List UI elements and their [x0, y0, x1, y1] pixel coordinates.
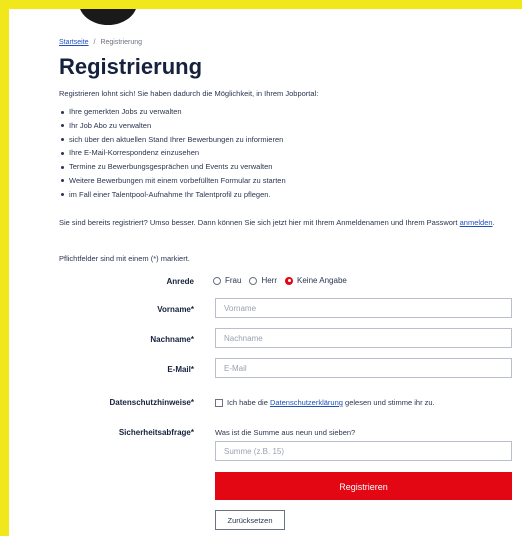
list-item: Ihre gemerkten Jobs zu verwalten [59, 105, 286, 119]
security-question: Was ist die Summe aus neun und sieben? [215, 428, 356, 437]
security-label: Sicherheitsabfrage* [119, 428, 194, 437]
privacy-label: Datenschutzhinweise* [110, 398, 194, 407]
privacy-policy-link[interactable]: Datenschutzerklärung [270, 398, 343, 407]
registration-page: Startseite / Registrierung Registrierung… [9, 9, 522, 536]
lastname-label: Nachname* [150, 335, 194, 344]
privacy-consent: Ich habe die Datenschutzerklärung gelese… [215, 398, 435, 407]
list-item: sich über den aktuellen Stand Ihrer Bewe… [59, 133, 286, 147]
radio-unchecked-icon [213, 276, 221, 285]
lastname-label-text: Nachname [150, 335, 191, 344]
email-label-text: E-Mail [167, 365, 191, 374]
security-answer-field[interactable] [215, 441, 512, 461]
privacy-text-before: Ich habe die [227, 398, 268, 407]
login-link[interactable]: anmelden [460, 218, 493, 227]
privacy-text-after: gelesen und stimme ihr zu. [345, 398, 435, 407]
security-label-text: Sicherheitsabfrage [118, 428, 191, 437]
breadcrumb-home-link[interactable]: Startseite [59, 39, 89, 46]
list-item: Ihre E-Mail-Korrespondenz einzusehen [59, 146, 286, 160]
required-star: * [190, 428, 194, 437]
required-star: * [190, 305, 194, 314]
firstname-field[interactable] [215, 298, 512, 318]
email-label: E-Mail* [167, 365, 194, 374]
radio-herr[interactable]: Herr [249, 276, 277, 285]
privacy-checkbox[interactable] [215, 398, 223, 407]
required-fields-note: Pflichtfelder sind mit einem (*) markier… [59, 254, 190, 263]
radio-keine-angabe[interactable]: Keine Angabe [285, 276, 347, 285]
radio-label: Frau [225, 276, 242, 285]
breadcrumb-separator: / [93, 39, 96, 46]
radio-checked-icon [285, 276, 294, 285]
radio-frau[interactable]: Frau [213, 276, 241, 285]
register-button[interactable]: Registrieren [215, 472, 512, 500]
privacy-label-text: Datenschutzhinweise [109, 398, 191, 407]
required-star: * [190, 398, 194, 407]
required-star: * [190, 335, 194, 344]
benefits-list: Ihre gemerkten Jobs zu verwalten Ihr Job… [59, 105, 286, 202]
lastname-field[interactable] [215, 328, 512, 348]
list-item: Weitere Bewerbungen mit einem vorbefüllt… [59, 174, 286, 188]
list-item: im Fall einer Talentpool-Aufnahme Ihr Ta… [59, 188, 286, 202]
already-registered-sentence: Sie sind bereits registriert? Umso besse… [59, 218, 458, 227]
radio-label: Keine Angabe [297, 276, 347, 285]
breadcrumb: Startseite / Registrierung [59, 39, 142, 46]
email-field[interactable] [215, 358, 512, 378]
salutation-label-text: Anrede [166, 277, 194, 286]
already-registered-end: . [492, 218, 495, 227]
list-item: Termine zu Bewerbungsgesprächen und Even… [59, 160, 286, 174]
reset-button[interactable]: Zurücksetzen [215, 510, 285, 530]
breadcrumb-current: Registrierung [100, 39, 143, 46]
salutation-label: Anrede [166, 277, 194, 286]
required-star: * [190, 365, 194, 374]
salutation-radio-group: Frau Herr Keine Angabe [213, 276, 355, 285]
intro-text: Registrieren lohnt sich! Sie haben dadur… [59, 89, 319, 98]
already-registered-text: Sie sind bereits registriert? Umso besse… [59, 217, 499, 228]
page-title: Registrierung [59, 54, 203, 79]
radio-label: Herr [261, 276, 278, 285]
firstname-label: Vorname* [157, 305, 194, 314]
radio-unchecked-icon [249, 276, 258, 285]
firstname-label-text: Vorname [157, 305, 191, 314]
logo[interactable] [79, 9, 137, 25]
list-item: Ihr Job Abo zu verwalten [59, 119, 286, 133]
